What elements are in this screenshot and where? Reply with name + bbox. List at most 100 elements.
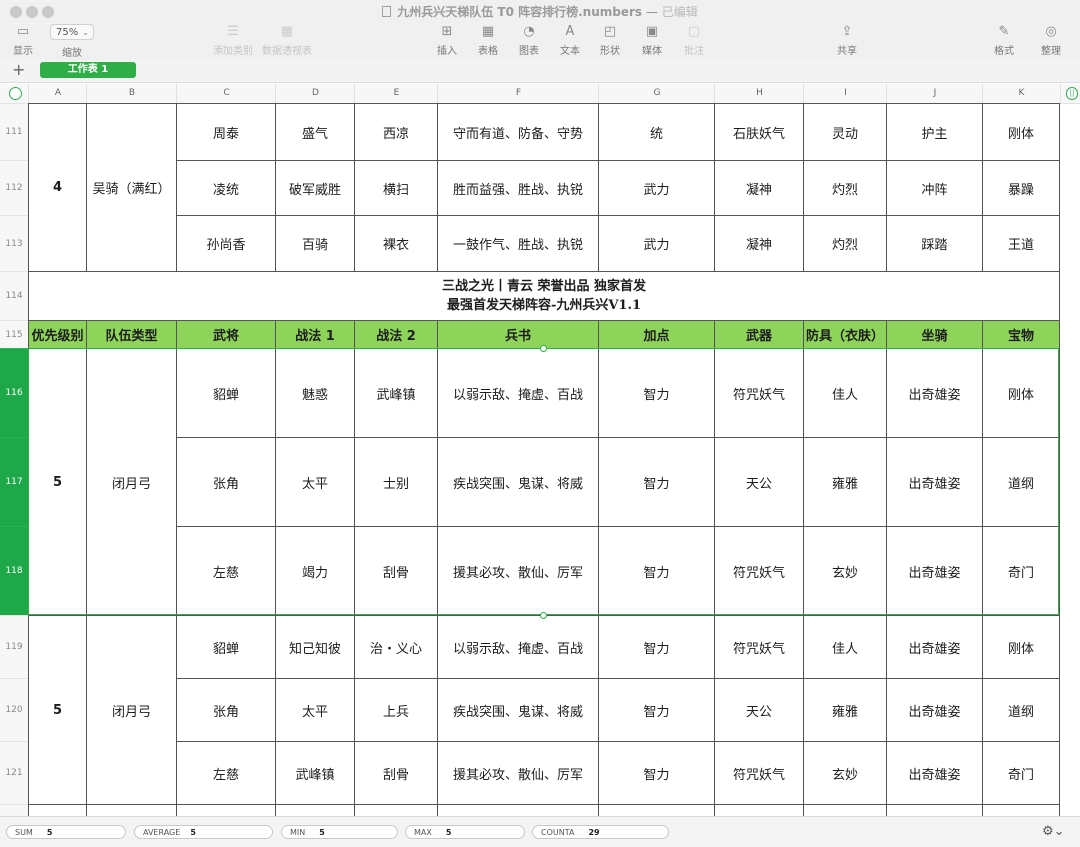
table-cell[interactable] xyxy=(886,804,983,816)
stat-point-cell[interactable]: 武力 xyxy=(598,215,715,272)
weapon-cell[interactable]: 石肤妖气 xyxy=(714,103,804,161)
tactic2-cell[interactable]: 刮骨 xyxy=(354,741,438,805)
tactic2-cell[interactable]: 横扫 xyxy=(354,160,438,216)
sum-summary[interactable]: SUM 5 xyxy=(6,825,126,839)
table-cell[interactable] xyxy=(354,804,438,816)
tactic2-cell[interactable]: 刮骨 xyxy=(354,526,438,616)
column-header-j[interactable]: J xyxy=(886,84,983,103)
general-cell[interactable]: 凌统 xyxy=(176,160,276,216)
column-header-a[interactable]: A xyxy=(28,84,87,103)
stat-point-cell[interactable]: 智力 xyxy=(598,741,715,805)
mount-cell[interactable]: 出奇雄姿 xyxy=(886,741,983,805)
row-number-111[interactable]: 111 xyxy=(0,103,28,160)
general-cell[interactable]: 孙尚香 xyxy=(176,215,276,272)
header-cell-general[interactable]: 武将 xyxy=(176,320,276,349)
military-book-cell[interactable]: 守而有道、防备、守势 xyxy=(437,103,599,161)
treasure-cell[interactable]: 刚体 xyxy=(982,103,1060,161)
column-header-d[interactable]: D xyxy=(275,84,355,103)
tactic1-cell[interactable]: 知己知彼 xyxy=(275,615,355,679)
general-cell[interactable]: 貂蝉 xyxy=(176,348,276,438)
pivot-table-button[interactable]: ▦ 数据透视表 xyxy=(262,24,312,58)
armor-cell[interactable]: 玄妙 xyxy=(803,741,887,805)
add-column-handle[interactable]: || xyxy=(1066,87,1078,100)
treasure-cell[interactable]: 暴躁 xyxy=(982,160,1060,216)
treasure-cell[interactable]: 奇门 xyxy=(982,741,1060,805)
shape-button[interactable]: ◰ 形状 xyxy=(597,24,623,58)
row-number-116[interactable]: 116 xyxy=(0,348,28,437)
general-cell[interactable]: 左慈 xyxy=(176,741,276,805)
treasure-cell[interactable]: 王道 xyxy=(982,215,1060,272)
general-cell[interactable]: 张角 xyxy=(176,437,276,527)
table-cell[interactable] xyxy=(275,804,355,816)
select-all-table-handle[interactable] xyxy=(9,87,22,100)
armor-cell[interactable]: 灼烈 xyxy=(803,160,887,216)
mount-cell[interactable]: 出奇雄姿 xyxy=(886,348,983,438)
treasure-cell[interactable]: 奇门 xyxy=(982,526,1060,616)
comment-button[interactable]: ▢ 批注 xyxy=(681,24,707,58)
mount-cell[interactable]: 出奇雄姿 xyxy=(886,615,983,679)
military-book-cell[interactable]: 疾战突围、鬼谋、将威 xyxy=(437,437,599,527)
military-book-cell[interactable]: 以弱示敌、掩虚、百战 xyxy=(437,348,599,438)
priority-cell[interactable]: 5 xyxy=(28,348,87,616)
row-number-113[interactable]: 113 xyxy=(0,215,28,271)
row-number-122[interactable] xyxy=(0,804,28,816)
mount-cell[interactable]: 踩踏 xyxy=(886,215,983,272)
header-cell-mount[interactable]: 坐骑 xyxy=(886,320,983,349)
armor-cell[interactable]: 雍雅 xyxy=(803,678,887,742)
row-number-118[interactable]: 118 xyxy=(0,526,28,615)
armor-cell[interactable]: 玄妙 xyxy=(803,526,887,616)
weapon-cell[interactable]: 符咒妖气 xyxy=(714,526,804,616)
column-header-i[interactable]: I xyxy=(803,84,887,103)
table-cell[interactable] xyxy=(86,804,177,816)
selection-bottom-handle[interactable] xyxy=(540,612,547,619)
priority-cell[interactable]: 5 xyxy=(28,615,87,805)
table-cell[interactable] xyxy=(28,804,87,816)
treasure-cell[interactable]: 刚体 xyxy=(982,348,1060,438)
max-summary[interactable]: MAX 5 xyxy=(405,825,525,839)
chart-button[interactable]: ◔ 图表 xyxy=(516,24,542,58)
column-header-f[interactable]: F xyxy=(437,84,599,103)
banner-cell[interactable]: 三战之光丨青云 荣誉出品 独家首发 最强首发天梯阵容-九州兵兴V1.1 xyxy=(28,271,1060,321)
tactic2-cell[interactable]: 西凉 xyxy=(354,103,438,161)
military-book-cell[interactable]: 以弱示敌、掩虚、百战 xyxy=(437,615,599,679)
team-type-cell[interactable]: 闭月弓 xyxy=(86,348,177,616)
team-type-cell[interactable]: 吴骑（满红） xyxy=(86,103,177,272)
weapon-cell[interactable]: 符咒妖气 xyxy=(714,348,804,438)
column-header-b[interactable]: B xyxy=(86,84,177,103)
table-cell[interactable] xyxy=(982,804,1060,816)
military-book-cell[interactable]: 胜而益强、胜战、执锐 xyxy=(437,160,599,216)
weapon-cell[interactable]: 凝神 xyxy=(714,215,804,272)
column-header-h[interactable]: H xyxy=(714,84,804,103)
armor-cell[interactable]: 雍雅 xyxy=(803,437,887,527)
tactic2-cell[interactable]: 武峰镇 xyxy=(354,348,438,438)
armor-cell[interactable]: 灵动 xyxy=(803,103,887,161)
stat-point-cell[interactable]: 智力 xyxy=(598,678,715,742)
weapon-cell[interactable]: 天公 xyxy=(714,437,804,527)
column-header-g[interactable]: G xyxy=(598,84,715,103)
average-summary[interactable]: AVERAGE 5 xyxy=(134,825,273,839)
header-cell-armor[interactable]: 防具（衣肤） xyxy=(803,320,887,349)
table-cell[interactable] xyxy=(803,804,887,816)
tactic1-cell[interactable]: 破军威胜 xyxy=(275,160,355,216)
tactic1-cell[interactable]: 魅惑 xyxy=(275,348,355,438)
table-cell[interactable] xyxy=(437,804,599,816)
row-number-117[interactable]: 117 xyxy=(0,437,28,526)
tactic1-cell[interactable]: 太平 xyxy=(275,437,355,527)
tactic2-cell[interactable]: 裸衣 xyxy=(354,215,438,272)
counta-summary[interactable]: COUNTA 29 xyxy=(532,825,669,839)
min-summary[interactable]: MIN 5 xyxy=(281,825,398,839)
general-cell[interactable]: 张角 xyxy=(176,678,276,742)
military-book-cell[interactable]: 一鼓作气、胜战、执锐 xyxy=(437,215,599,272)
header-cell-military-book[interactable]: 兵书 xyxy=(437,320,599,349)
column-header-k[interactable]: K xyxy=(982,84,1061,103)
table-cell[interactable] xyxy=(714,804,804,816)
row-number-112[interactable]: 112 xyxy=(0,160,28,215)
treasure-cell[interactable]: 道纲 xyxy=(982,678,1060,742)
tactic1-cell[interactable]: 太平 xyxy=(275,678,355,742)
column-header-e[interactable]: E xyxy=(354,84,438,103)
header-cell-tactic2[interactable]: 战法 2 xyxy=(354,320,438,349)
row-number-119[interactable]: 119 xyxy=(0,615,28,678)
row-number-114[interactable]: 114 xyxy=(0,271,28,320)
table-button[interactable]: ▦ 表格 xyxy=(475,24,501,58)
add-sheet-button[interactable]: + xyxy=(12,61,25,79)
